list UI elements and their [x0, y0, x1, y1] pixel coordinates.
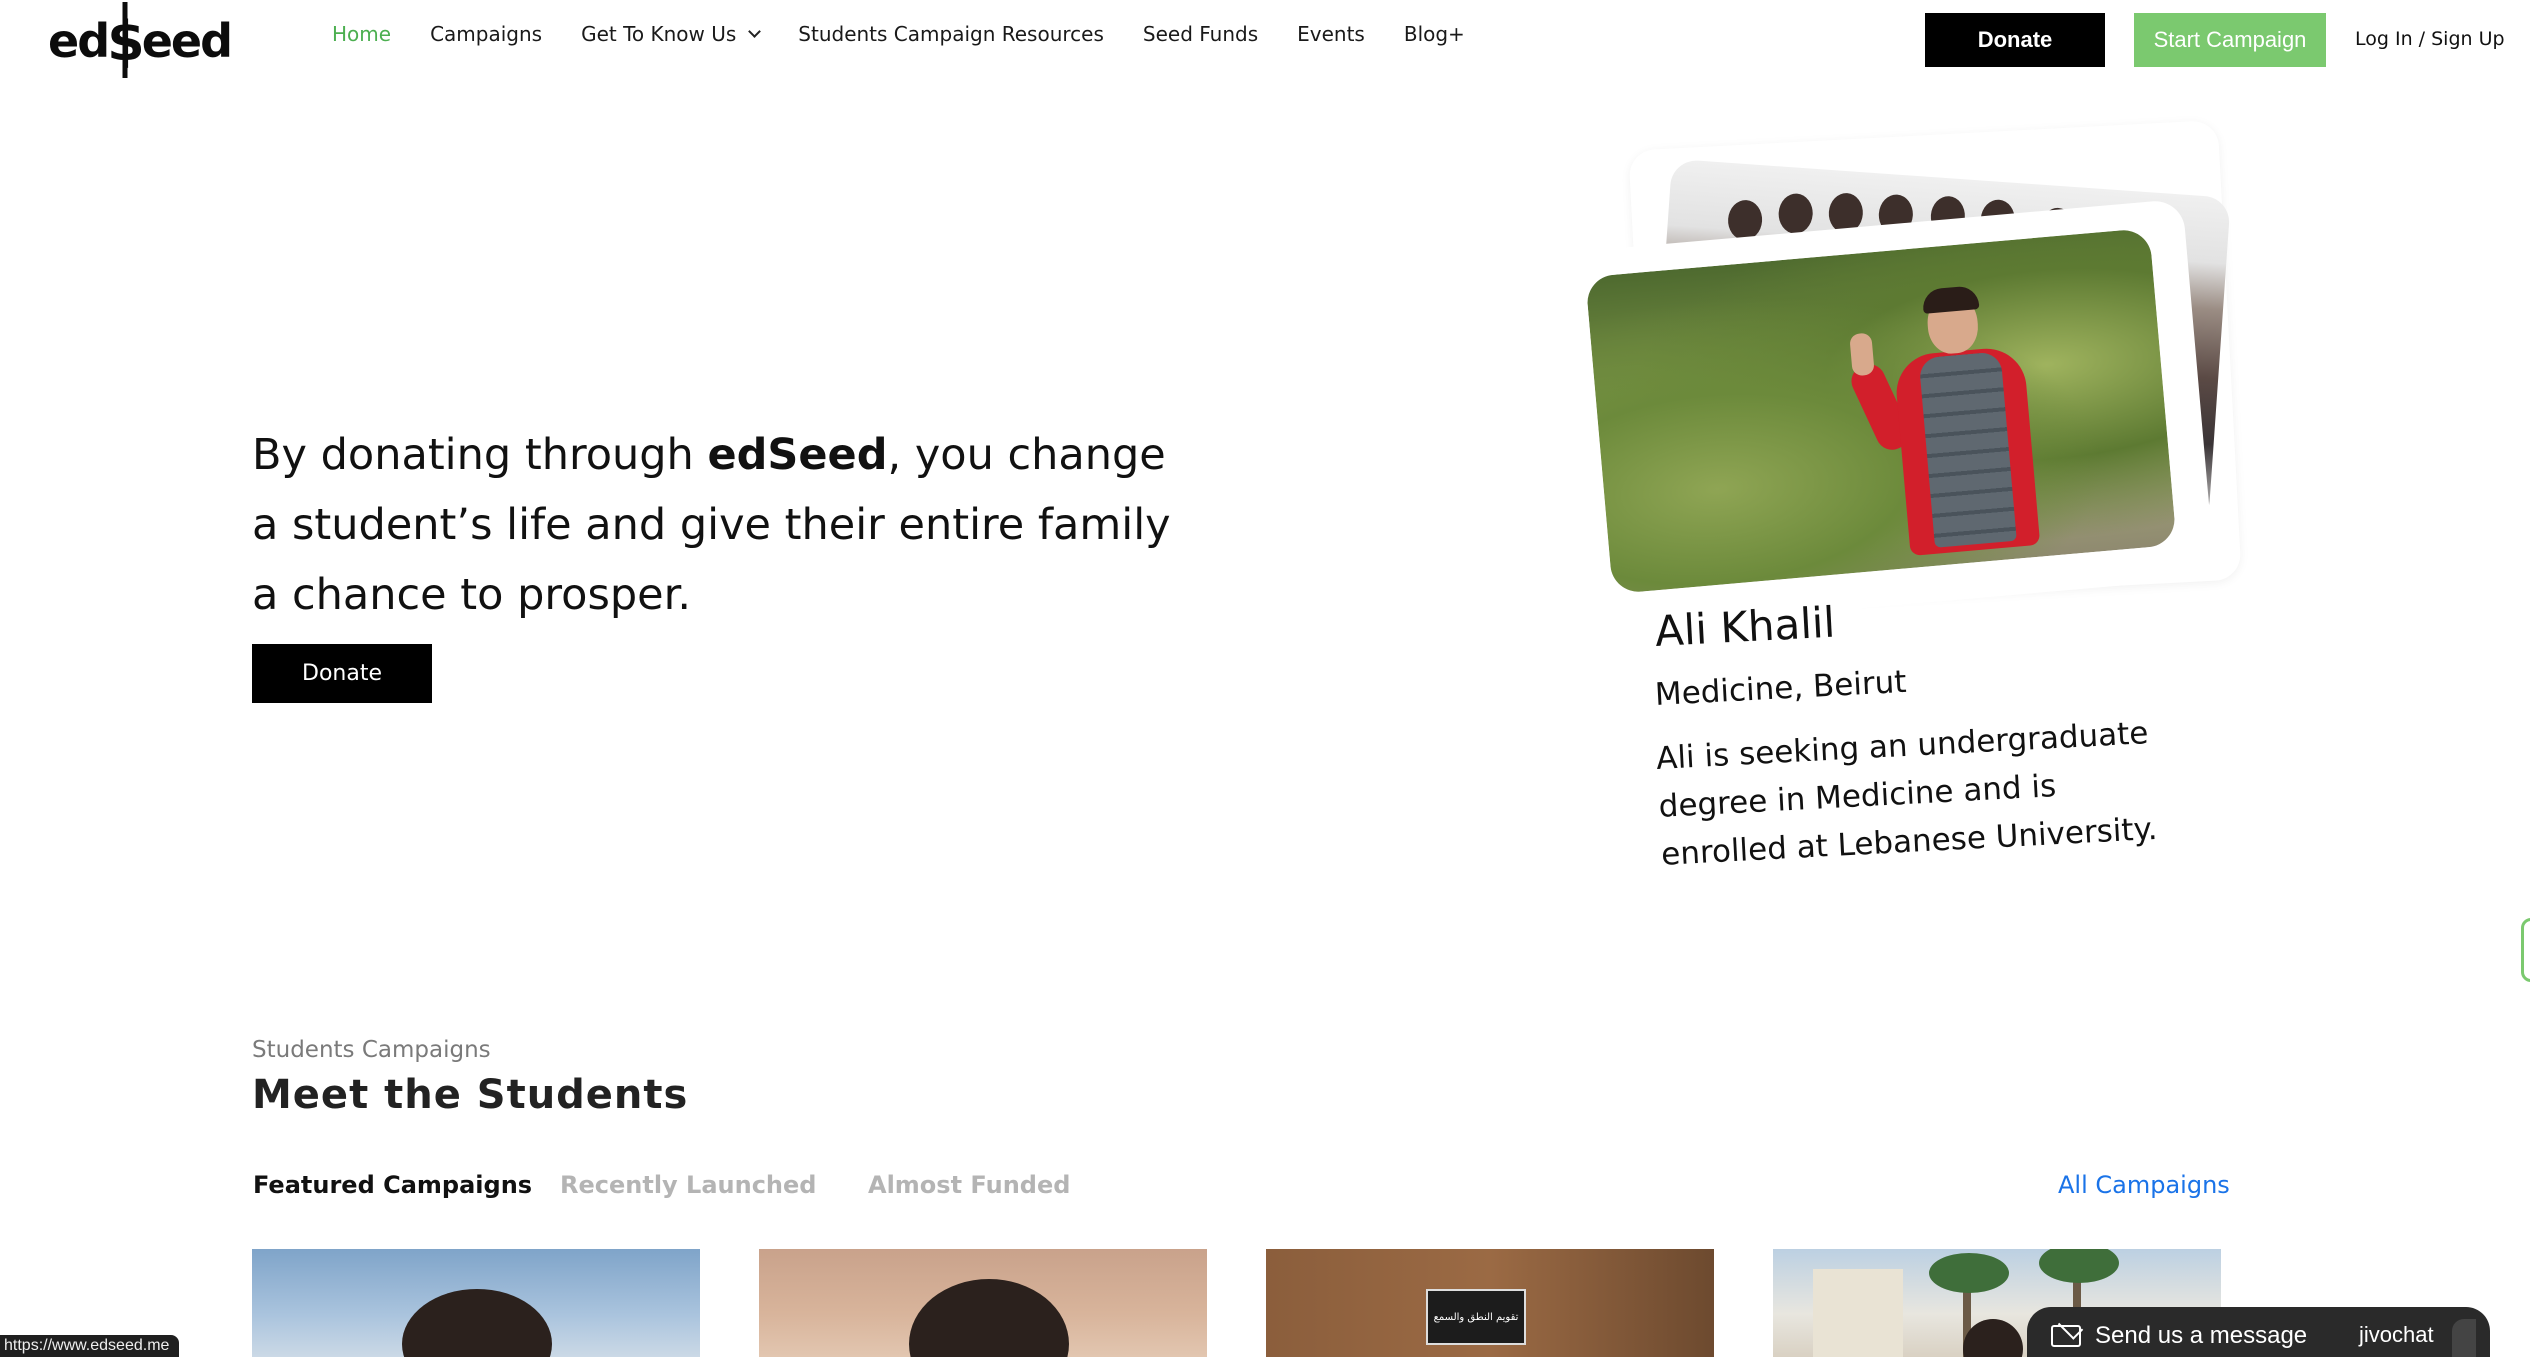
student-vest — [1918, 351, 2017, 548]
nav-seed-funds-label: Seed Funds — [1142, 22, 1259, 46]
tab-almost-funded[interactable]: Almost Funded — [868, 1171, 1070, 1199]
nav-resources-label: Students Campaign Resources — [798, 22, 1104, 46]
nav-events[interactable]: Events — [1297, 22, 1365, 46]
nav-seed-funds[interactable]: Seed Funds — [1143, 22, 1258, 46]
logo-text-right: eed — [141, 14, 233, 68]
nav-events-label: Events — [1297, 22, 1365, 46]
campaign-card[interactable] — [252, 1249, 700, 1357]
student-photo — [1585, 227, 2177, 595]
campaign-card[interactable] — [759, 1249, 1207, 1357]
envelope-icon — [2051, 1325, 2081, 1347]
student-hand — [1849, 332, 1875, 377]
nav-get-to-know-us-label: Get To Know Us — [581, 22, 737, 46]
edseed-logo[interactable]: ed $ eed — [48, 6, 233, 76]
nav-get-to-know-us[interactable]: Get To Know Us — [581, 22, 762, 46]
login-signup-link[interactable]: Log In / Sign Up — [2355, 28, 2505, 50]
door-sign: تقويم النطق والسمع — [1426, 1289, 1526, 1345]
logo-dollar: $ — [107, 9, 145, 73]
palm-tree-fronds — [2039, 1249, 2119, 1283]
chat-corner — [2452, 1319, 2476, 1357]
nav-campaigns-label: Campaigns — [430, 22, 543, 46]
logo-text-left: ed — [48, 14, 110, 68]
campaign-card[interactable]: تقويم النطق والسمع — [1266, 1249, 1714, 1357]
section-eyebrow: Students Campaigns — [252, 1037, 491, 1063]
chat-brand: jivochat — [2359, 1322, 2434, 1347]
nav-campaigns[interactable]: Campaigns — [430, 22, 542, 46]
nav-home[interactable]: Home — [332, 22, 391, 46]
all-campaigns-link[interactable]: All Campaigns — [2058, 1171, 2230, 1199]
tab-featured-campaigns[interactable]: Featured Campaigns — [253, 1171, 532, 1199]
start-campaign-button[interactable]: Start Campaign — [2134, 13, 2326, 67]
chevron-down-icon — [748, 25, 762, 38]
student-hair — [1921, 285, 1980, 314]
hero-text-before: By donating through — [252, 430, 708, 480]
student-figure — [1846, 279, 2053, 581]
profile-description: Ali is seeking an undergraduate degree i… — [1655, 715, 2159, 873]
hero-brand: edSeed — [707, 430, 888, 480]
card-photo-hair — [402, 1289, 552, 1357]
status-bar-url: https://www.edseed.me — [0, 1335, 180, 1357]
profile-name: Ali Khalil — [1653, 597, 1837, 656]
main-nav: Home Campaigns Get To Know Us Students C… — [332, 22, 1504, 46]
tab-recently-launched[interactable]: Recently Launched — [560, 1171, 816, 1199]
header-donate-button[interactable]: Donate — [1925, 13, 2105, 67]
palm-tree-fronds — [1929, 1253, 2009, 1293]
section-title: Meet the Students — [252, 1072, 689, 1118]
side-feedback-tab[interactable] — [2521, 918, 2530, 982]
nav-blog-label: Blog+ — [1403, 22, 1465, 46]
card-photo-building — [1813, 1269, 1903, 1357]
nav-students-campaign-resources[interactable]: Students Campaign Resources — [798, 22, 1104, 46]
nav-home-label: Home — [332, 22, 392, 46]
group-photo-head — [1777, 192, 1815, 235]
card-photo-hair — [909, 1279, 1069, 1357]
hero-donate-button[interactable]: Donate — [252, 644, 432, 703]
card-photo-hair — [1963, 1319, 2023, 1357]
chat-label: Send us a message — [2095, 1322, 2308, 1349]
nav-blog[interactable]: Blog+ — [1404, 22, 1465, 46]
chat-widget[interactable]: Send us a message jivochat — [2027, 1307, 2490, 1357]
hero-headline: By donating through edSeed, you change a… — [252, 420, 1192, 630]
profile-field: Medicine, Beirut — [1654, 663, 1908, 713]
